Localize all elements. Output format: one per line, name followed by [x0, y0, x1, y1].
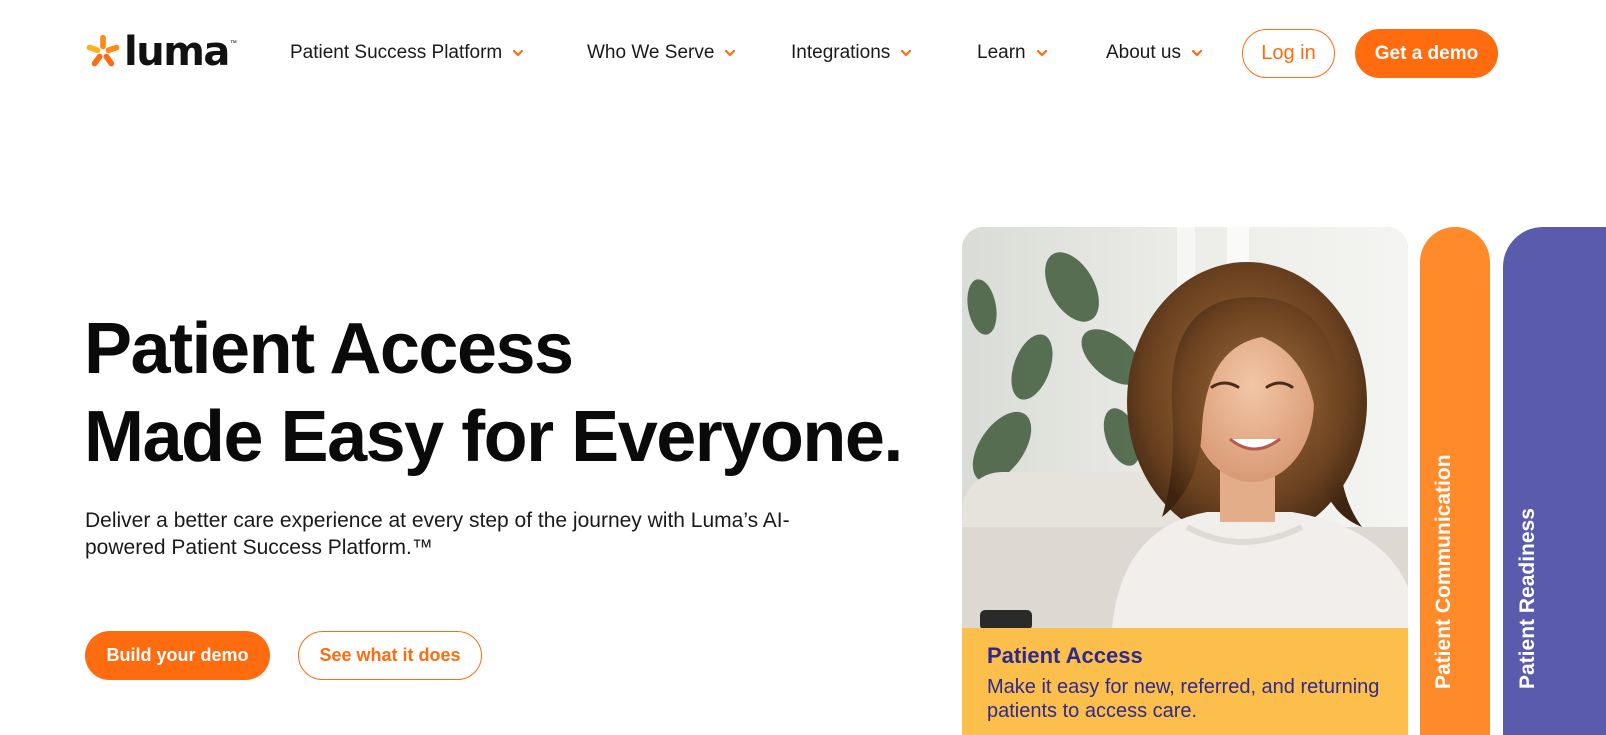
build-your-demo-button[interactable]: Build your demo — [85, 631, 270, 680]
patient-photo — [962, 227, 1408, 628]
chevron-down-icon — [725, 49, 736, 57]
hero-title-line-1: Patient Access — [84, 309, 574, 389]
nav-item-label: Who We Serve — [587, 42, 715, 63]
nav-item-label: Patient Success Platform — [290, 42, 503, 63]
luma-logo[interactable]: luma ™ — [84, 32, 237, 72]
chevron-down-icon — [901, 49, 912, 57]
card-text: Make it easy for new, referred, and retu… — [987, 676, 1380, 722]
nav-integrations[interactable]: Integrations — [791, 42, 912, 64]
nav-item-label: Integrations — [791, 42, 891, 63]
tab-label: Patient Communication — [1432, 454, 1455, 689]
patient-access-card-body: Patient Access Make it easy for new, ref… — [962, 628, 1408, 735]
nav-item-label: About us — [1106, 42, 1181, 63]
nav-patient-success-platform[interactable]: Patient Success Platform — [290, 42, 524, 64]
nav-who-we-serve[interactable]: Who We Serve — [587, 42, 736, 64]
nav-learn[interactable]: Learn — [977, 42, 1048, 64]
nav-about-us[interactable]: About us — [1106, 42, 1203, 64]
hero-title-line-2: Made Easy for Everyone. — [84, 397, 903, 477]
patient-access-card[interactable]: Patient Access Make it easy for new, ref… — [962, 227, 1408, 735]
chevron-down-icon — [1036, 49, 1047, 57]
logo-trademark: ™ — [229, 40, 237, 47]
hero-title: Patient Access Made Easy for Everyone. — [84, 305, 903, 481]
tab-patient-communication[interactable]: Patient Communication — [1420, 227, 1490, 735]
luma-star-icon — [86, 34, 120, 67]
chevron-down-icon — [513, 49, 524, 57]
tab-patient-readiness[interactable]: Patient Readiness — [1503, 227, 1606, 735]
get-a-demo-button[interactable]: Get a demo — [1355, 29, 1498, 78]
card-title: Patient Access — [987, 643, 1143, 668]
site-header: luma ™ Patient Success Platform Who We S… — [0, 0, 1606, 110]
chevron-down-icon — [1191, 49, 1203, 57]
nav-item-label: Learn — [977, 42, 1026, 63]
hero-subtitle: Deliver a better care experience at ever… — [85, 509, 790, 559]
login-button[interactable]: Log in — [1242, 29, 1335, 78]
see-what-it-does-button[interactable]: See what it does — [298, 631, 482, 680]
tab-label: Patient Readiness — [1516, 508, 1539, 689]
logo-wordmark: luma — [124, 29, 230, 75]
